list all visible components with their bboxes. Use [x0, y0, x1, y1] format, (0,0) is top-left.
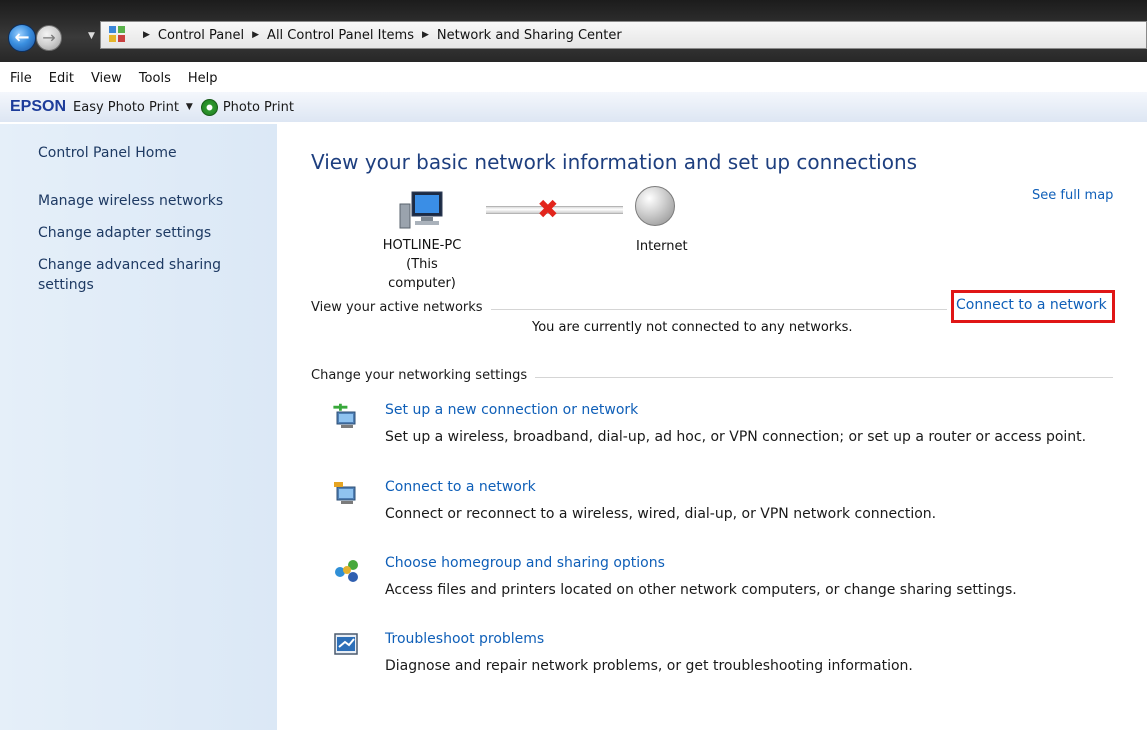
computer-icon: [399, 191, 443, 229]
task-description: Connect or reconnect to a wireless, wire…: [385, 506, 937, 522]
breadcrumb-control-panel[interactable]: Control Panel: [158, 28, 244, 43]
task-title[interactable]: Choose homegroup and sharing options: [385, 555, 665, 571]
task-troubleshoot: Troubleshoot problems Diagnose and repai…: [333, 631, 1133, 681]
sidebar-item-manage-wireless[interactable]: Manage wireless networks: [38, 193, 223, 209]
task-description: Set up a wireless, broadband, dial-up, a…: [385, 429, 1087, 445]
task-new-connection: Set up a new connection or network Set u…: [333, 402, 1133, 452]
computer-label: HOTLINE-PC (This computer): [374, 236, 470, 293]
new-connection-icon: [333, 403, 356, 428]
easy-photo-print-button[interactable]: Easy Photo Print: [73, 100, 179, 115]
breadcrumb-network-center[interactable]: Network and Sharing Center: [437, 28, 622, 43]
breadcrumb-arrow-icon[interactable]: ▶: [422, 30, 429, 40]
task-title[interactable]: Set up a new connection or network: [385, 402, 638, 418]
task-description: Diagnose and repair network problems, or…: [385, 658, 913, 674]
photo-print-button[interactable]: Photo Print: [223, 100, 294, 115]
change-settings-heading: Change your networking settings: [311, 368, 536, 383]
photo-print-icon: [200, 98, 218, 116]
address-bar[interactable]: ▶ Control Panel ▶ All Control Panel Item…: [100, 21, 1147, 49]
task-description: Access files and printers located on oth…: [385, 582, 1017, 598]
breadcrumb-arrow-icon[interactable]: ▶: [143, 30, 150, 40]
sidebar-item-control-panel-home[interactable]: Control Panel Home: [38, 145, 177, 161]
task-title[interactable]: Troubleshoot problems: [385, 631, 544, 647]
connect-network-icon: [334, 482, 356, 504]
internet-globe-icon[interactable]: [635, 186, 675, 226]
menu-bar: File Edit View Tools Help: [0, 66, 234, 90]
epson-logo: EPSON: [10, 98, 67, 115]
menu-edit[interactable]: Edit: [49, 71, 74, 86]
breadcrumb-arrow-icon[interactable]: ▶: [252, 30, 259, 40]
epson-toolbar: EPSON Easy Photo Print ▼ Photo Print: [0, 92, 1147, 122]
back-button[interactable]: ←: [8, 24, 36, 52]
sidebar-item-adapter-settings[interactable]: Change adapter settings: [38, 225, 211, 241]
task-connect-network: Connect to a network Connect or reconnec…: [333, 479, 1133, 529]
task-homegroup: Choose homegroup and sharing options Acc…: [333, 555, 1133, 605]
page-title: View your basic network information and …: [311, 150, 918, 174]
control-panel-icon: [109, 26, 129, 44]
forward-button[interactable]: →: [36, 25, 62, 51]
sidebar: Control Panel Home Manage wireless netwo…: [0, 124, 277, 730]
homegroup-icon: [335, 560, 358, 582]
recent-pages-dropdown[interactable]: ▼: [88, 31, 95, 41]
see-full-map-link[interactable]: See full map: [1032, 188, 1113, 203]
address-bar-region: ← → ▼ ▶ Control Panel ▶ All Control Pane…: [0, 0, 1147, 62]
menu-tools[interactable]: Tools: [139, 71, 171, 86]
breadcrumb-all-items[interactable]: All Control Panel Items: [267, 28, 414, 43]
computer-subtitle: (This computer): [388, 257, 456, 291]
menu-file[interactable]: File: [10, 71, 32, 86]
disconnected-x-icon[interactable]: ✖: [537, 195, 559, 225]
connection-status-text: You are currently not connected to any n…: [532, 320, 853, 335]
sidebar-item-advanced-sharing-cont[interactable]: settings: [38, 277, 94, 293]
active-networks-heading: View your active networks: [311, 300, 491, 315]
menu-help[interactable]: Help: [188, 71, 218, 86]
sidebar-item-advanced-sharing[interactable]: Change advanced sharing: [38, 257, 221, 273]
connect-to-network-link[interactable]: Connect to a network: [956, 297, 1107, 313]
chevron-down-icon[interactable]: ▼: [186, 102, 193, 112]
troubleshoot-icon: [334, 633, 358, 655]
menu-view[interactable]: View: [91, 71, 122, 86]
computer-name: HOTLINE-PC: [382, 238, 462, 253]
internet-label: Internet: [636, 239, 688, 254]
task-title[interactable]: Connect to a network: [385, 479, 536, 495]
